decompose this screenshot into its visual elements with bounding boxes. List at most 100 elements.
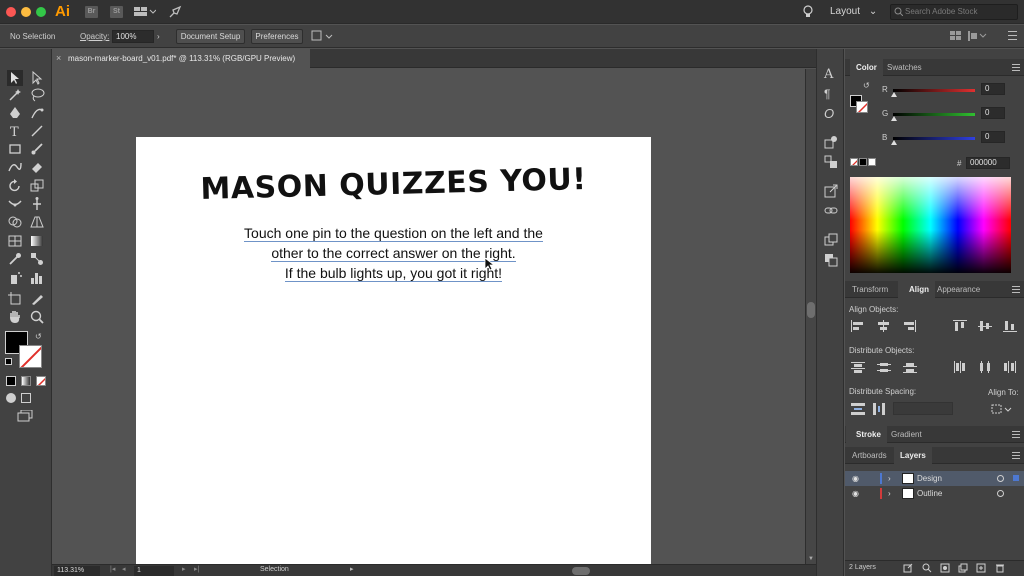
- gradient-tool-icon[interactable]: [29, 233, 45, 249]
- close-tab-icon[interactable]: ×: [56, 49, 61, 68]
- none-color-chip[interactable]: [850, 158, 858, 166]
- panel-options-icon[interactable]: [1008, 30, 1018, 44]
- align-to-selection-icon[interactable]: [991, 403, 1013, 417]
- arrange-icon[interactable]: [311, 30, 333, 44]
- type-tool-icon[interactable]: T: [7, 123, 23, 139]
- layer-name[interactable]: Outline: [917, 486, 942, 501]
- green-slider-handle[interactable]: [891, 116, 897, 121]
- vertical-distribute-space-icon[interactable]: [851, 403, 865, 415]
- tab-color[interactable]: Color: [850, 59, 883, 76]
- blue-channel-input[interactable]: 0: [981, 131, 1005, 143]
- artboard-number-field[interactable]: 1: [134, 566, 174, 576]
- character-panel-icon[interactable]: A: [824, 67, 838, 82]
- minimize-window-button[interactable]: [21, 7, 31, 17]
- tab-artboards[interactable]: Artboards: [846, 447, 893, 464]
- red-channel-slider[interactable]: [893, 89, 975, 92]
- layer-target-icon[interactable]: [997, 475, 1004, 482]
- line-segment-tool-icon[interactable]: [29, 123, 45, 139]
- distribute-top-icon[interactable]: [851, 361, 865, 373]
- distribute-bottom-icon[interactable]: [903, 361, 917, 373]
- lasso-tool-icon[interactable]: [29, 87, 45, 103]
- preferences-button[interactable]: Preferences: [251, 29, 303, 44]
- paintbrush-tool-icon[interactable]: [29, 141, 45, 157]
- mesh-tool-icon[interactable]: [7, 233, 23, 249]
- eyedropper-tool-icon[interactable]: [7, 251, 23, 267]
- curvature-tool-icon[interactable]: [29, 105, 45, 121]
- graphic-styles-icon[interactable]: [824, 135, 838, 149]
- align-vertical-center-icon[interactable]: [978, 320, 992, 332]
- blue-channel-slider[interactable]: [893, 137, 975, 140]
- transform-panel-icon[interactable]: [968, 31, 988, 43]
- layers-panel-icon[interactable]: [824, 253, 838, 267]
- color-spectrum[interactable]: [850, 177, 1011, 273]
- color-panel-menu-icon[interactable]: [1012, 64, 1020, 71]
- opacity-input[interactable]: 100%: [112, 30, 154, 43]
- status-menu-icon[interactable]: ▸: [350, 565, 354, 573]
- red-channel-input[interactable]: 0: [981, 83, 1005, 95]
- tab-appearance[interactable]: Appearance: [931, 281, 986, 298]
- distribute-right-icon[interactable]: [1003, 361, 1017, 373]
- tab-stroke[interactable]: Stroke: [846, 426, 887, 443]
- distribute-vertical-center-icon[interactable]: [877, 361, 891, 373]
- hex-color-input[interactable]: 000000: [966, 157, 1010, 169]
- align-bottom-icon[interactable]: [1003, 320, 1017, 332]
- lightbulb-icon[interactable]: [802, 5, 814, 21]
- color-mode-icon[interactable]: [6, 376, 16, 386]
- locate-object-icon[interactable]: [922, 563, 932, 575]
- paragraph-panel-icon[interactable]: ¶: [824, 87, 838, 101]
- tab-gradient[interactable]: Gradient: [885, 426, 928, 443]
- align-panel-menu-icon[interactable]: [1012, 286, 1020, 293]
- spacing-value-input[interactable]: [893, 402, 953, 415]
- panel-stroke-swatch[interactable]: [856, 101, 868, 113]
- artwork-instructions[interactable]: Touch one pin to the question on the lef…: [136, 223, 651, 283]
- tab-layers[interactable]: Layers: [894, 447, 932, 464]
- delete-layer-icon[interactable]: [995, 563, 1005, 575]
- red-slider-handle[interactable]: [891, 92, 897, 97]
- stroke-panel-menu-icon[interactable]: [1012, 431, 1020, 438]
- zoom-tool-icon[interactable]: [29, 309, 45, 325]
- layer-name[interactable]: Design: [917, 471, 942, 486]
- align-left-icon[interactable]: [851, 320, 865, 332]
- vertical-scroll-thumb[interactable]: [807, 302, 815, 318]
- export-for-screens-icon[interactable]: [903, 563, 913, 575]
- align-horizontal-center-icon[interactable]: [877, 320, 891, 332]
- rectangle-tool-icon[interactable]: [7, 141, 23, 157]
- last-artboard-icon[interactable]: ▸|: [194, 565, 199, 573]
- document-tab[interactable]: × mason-marker-board_v01.pdf* @ 113.31% …: [52, 49, 310, 68]
- symbol-sprayer-tool-icon[interactable]: [7, 270, 23, 286]
- links-panel-icon[interactable]: [824, 204, 838, 218]
- new-layer-icon[interactable]: [976, 563, 986, 575]
- symbols-panel-icon[interactable]: [824, 155, 838, 169]
- distribute-left-icon[interactable]: [953, 361, 967, 373]
- opacity-arrow-icon[interactable]: ›: [157, 32, 160, 41]
- gradient-mode-icon[interactable]: [21, 376, 31, 386]
- stock-button[interactable]: St: [110, 6, 123, 18]
- horizontal-scroll-thumb[interactable]: [572, 567, 590, 575]
- export-panel-icon[interactable]: [824, 184, 838, 198]
- stroke-swatch[interactable]: [19, 345, 42, 368]
- green-channel-input[interactable]: 0: [981, 107, 1005, 119]
- expand-layer-icon[interactable]: ›: [888, 486, 891, 501]
- swap-colors-icon[interactable]: ↺: [863, 81, 870, 90]
- align-top-icon[interactable]: [953, 320, 967, 332]
- next-artboard-icon[interactable]: ▸: [182, 565, 186, 573]
- slice-tool-icon[interactable]: [29, 291, 45, 307]
- vertical-scrollbar[interactable]: ▼: [805, 69, 816, 564]
- artwork-headline[interactable]: MASON QUIZZES YOU!: [136, 160, 652, 208]
- scroll-down-icon[interactable]: ▼: [808, 556, 814, 562]
- distribute-horizontal-center-icon[interactable]: [978, 361, 992, 373]
- gpu-performance-icon[interactable]: [168, 5, 182, 21]
- none-mode-icon[interactable]: [36, 376, 46, 386]
- white-color-chip[interactable]: [868, 158, 876, 166]
- tab-swatches[interactable]: Swatches: [881, 59, 928, 76]
- blend-tool-icon[interactable]: [29, 251, 45, 267]
- opacity-label[interactable]: Opacity:: [80, 32, 109, 41]
- black-color-chip[interactable]: [859, 158, 867, 166]
- hand-tool-icon[interactable]: [7, 309, 23, 325]
- blue-slider-handle[interactable]: [891, 140, 897, 145]
- shape-builder-tool-icon[interactable]: [7, 214, 23, 230]
- artboards-panel-icon[interactable]: [824, 233, 838, 247]
- width-tool-icon[interactable]: [7, 196, 23, 212]
- horizontal-scrollbar[interactable]: [364, 567, 804, 575]
- first-artboard-icon[interactable]: |◂: [110, 565, 115, 573]
